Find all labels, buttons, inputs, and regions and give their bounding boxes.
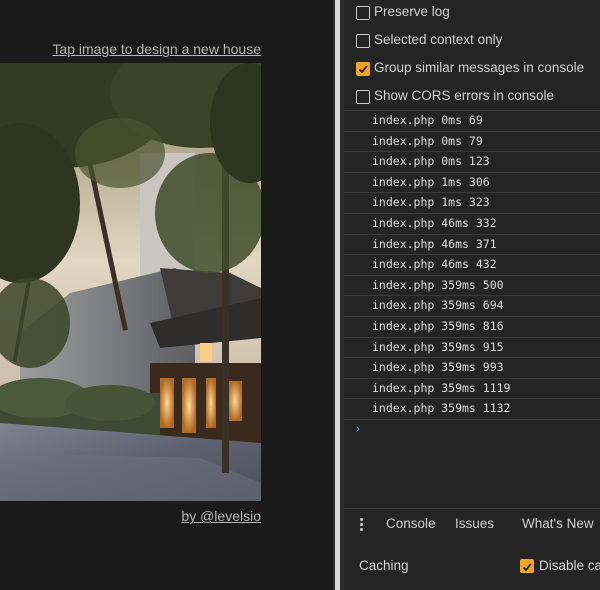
- network-conditions-row: Caching Disable ca: [344, 539, 600, 590]
- group-similar-option[interactable]: Group similar messages in console: [344, 56, 600, 84]
- console-message[interactable]: index.php 1ms 323: [344, 193, 600, 214]
- console-prompt-icon[interactable]: ›: [354, 422, 362, 437]
- group-similar-label: Group similar messages in console: [374, 60, 585, 75]
- tab-console[interactable]: Console: [386, 516, 436, 531]
- show-cors-checkbox[interactable]: [356, 90, 370, 104]
- tab-issues[interactable]: Issues: [455, 516, 494, 531]
- resize-handle[interactable]: [335, 0, 340, 590]
- console-message[interactable]: index.php 0ms 79: [344, 132, 600, 153]
- console-message[interactable]: index.php 359ms 915: [344, 338, 600, 359]
- disable-cache-label: Disable ca: [539, 558, 600, 573]
- console-message[interactable]: index.php 359ms 993: [344, 358, 600, 379]
- credit-link[interactable]: by @levelsio: [181, 508, 261, 524]
- tab-whats-new[interactable]: What's New: [522, 516, 594, 531]
- selected-context-option[interactable]: Selected context only: [344, 28, 600, 56]
- console-message[interactable]: index.php 0ms 69: [344, 111, 600, 132]
- console-message[interactable]: index.php 0ms 123: [344, 152, 600, 173]
- console-message[interactable]: index.php 359ms 816: [344, 317, 600, 338]
- console-message[interactable]: index.php 46ms 332: [344, 214, 600, 235]
- console-message[interactable]: index.php 1ms 306: [344, 173, 600, 194]
- drawer-toolbar: Console Issues What's New: [344, 508, 600, 540]
- console-message[interactable]: index.php 359ms 1132: [344, 399, 600, 420]
- console-messages: index.php 0ms 69 index.php 0ms 79 index.…: [344, 110, 600, 420]
- console-message[interactable]: index.php 359ms 694: [344, 296, 600, 317]
- house-image[interactable]: [0, 63, 261, 501]
- design-new-house-link[interactable]: Tap image to design a new house: [52, 41, 261, 57]
- devtools-panel: Preserve log Selected context only Group…: [344, 0, 600, 590]
- disable-cache-checkbox[interactable]: [520, 559, 534, 573]
- console-message[interactable]: index.php 46ms 432: [344, 255, 600, 276]
- selected-context-label: Selected context only: [374, 32, 503, 47]
- checkmark-icon: [358, 65, 368, 74]
- console-message[interactable]: index.php 359ms 1119: [344, 379, 600, 400]
- caching-label: Caching: [359, 558, 409, 573]
- web-page: Tap image to design a new house by @leve…: [0, 0, 333, 590]
- show-cors-option[interactable]: Show CORS errors in console: [344, 84, 600, 112]
- preserve-log-checkbox[interactable]: [356, 6, 370, 20]
- console-message[interactable]: index.php 359ms 500: [344, 276, 600, 297]
- preserve-log-label: Preserve log: [374, 4, 450, 19]
- checkmark-icon: [522, 563, 532, 572]
- console-message[interactable]: index.php 46ms 371: [344, 235, 600, 256]
- preserve-log-option[interactable]: Preserve log: [344, 0, 600, 28]
- group-similar-checkbox[interactable]: [356, 62, 370, 76]
- show-cors-label: Show CORS errors in console: [374, 88, 555, 103]
- more-menu-icon[interactable]: [358, 516, 364, 532]
- selected-context-checkbox[interactable]: [356, 34, 370, 48]
